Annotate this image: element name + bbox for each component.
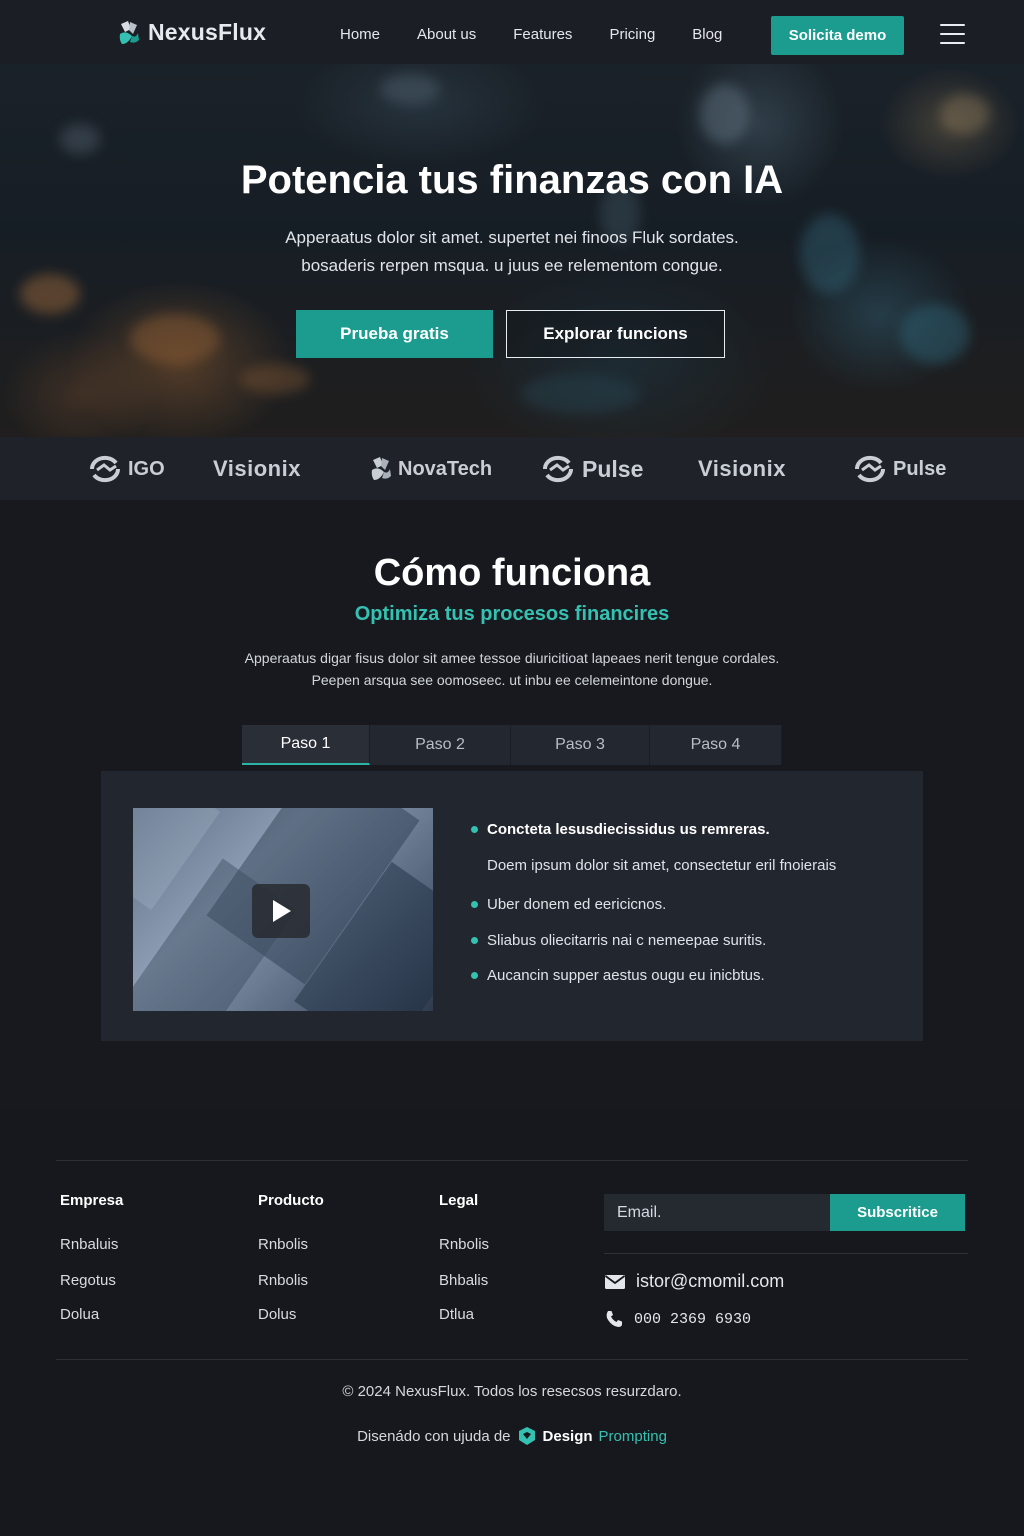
email-field[interactable]: Email.	[604, 1194, 830, 1231]
bullet-icon	[471, 972, 478, 979]
hero-section: Potencia tus finanzas con IA Apperaatus …	[0, 64, 1024, 437]
bullet-icon	[471, 826, 478, 833]
footer-link[interactable]: Dtlua	[439, 1306, 474, 1323]
footer-link[interactable]: Dolua	[60, 1306, 99, 1323]
section-description: Apperaatus digar fisus dolor sit amee te…	[0, 647, 1024, 691]
swirl-logo-icon	[854, 455, 886, 483]
footer-link[interactable]: Rnbolis	[258, 1236, 308, 1253]
swirl-logo-icon	[542, 455, 574, 483]
nexusflux-logo-icon	[119, 20, 139, 44]
partner-logo-igo: IGO	[88, 455, 165, 483]
footer-link[interactable]: Rnbaluis	[60, 1236, 118, 1253]
hero-subtitle-line: bosaderis rerpen msqua. u juus ee releme…	[301, 256, 723, 275]
design-prompting-logo-icon	[518, 1427, 535, 1445]
partner-logo-visionix: Visionix	[698, 455, 786, 483]
request-demo-button[interactable]: Solicita demo	[771, 16, 904, 55]
phone-icon	[606, 1311, 622, 1327]
designed-by-brand[interactable]: Design	[543, 1428, 593, 1445]
step-tabs: Paso 1 Paso 2 Paso 3 Paso 4	[242, 725, 782, 765]
partner-logos-strip: IGO Visionix NovaTech Pulse Visionix Pul…	[0, 437, 1024, 500]
tab-paso-2[interactable]: Paso 2	[370, 725, 511, 765]
footer-link[interactable]: Dolus	[258, 1306, 296, 1323]
brand[interactable]: NexusFlux	[118, 19, 266, 46]
footer-divider	[604, 1253, 968, 1254]
designed-by: Disenádo con ujuda de Design Prompting	[0, 1426, 1024, 1446]
how-it-works-section: Cómo funciona Optimiza tus procesos fina…	[0, 500, 1024, 1110]
partner-logo-name: NovaTech	[398, 457, 493, 480]
footer-divider	[56, 1359, 968, 1360]
partner-logo-name: Visionix	[698, 456, 786, 481]
play-button[interactable]	[252, 884, 310, 938]
section-description-line: Apperaatus digar fisus dolor sit amee te…	[244, 650, 780, 666]
footer-column-title-producto: Producto	[258, 1192, 324, 1209]
brand-name: NexusFlux	[148, 19, 267, 45]
footer-link[interactable]: Bhbalis	[439, 1272, 488, 1289]
bullet-icon	[471, 901, 478, 908]
step-detail-row: Doem ipsum dolor sit amet, consectetur e…	[487, 857, 836, 874]
partner-logo-name: Pulse	[582, 455, 644, 482]
nav-links: Home About us Features Pricing Blog	[340, 26, 759, 43]
explore-features-button[interactable]: Explorar funcions	[506, 310, 725, 358]
swirl-logo-icon	[89, 455, 121, 483]
partner-logo-name: Visionix	[213, 456, 301, 481]
hero-title: Potencia tus finanzas con IA	[240, 158, 784, 202]
section-subtitle: Optimiza tus procesos financires	[354, 603, 670, 625]
hero-subtitle: Apperaatus dolor sit amet. supertet nei …	[0, 224, 1024, 280]
mail-icon	[604, 1274, 626, 1289]
nav-link-home[interactable]: Home	[340, 26, 380, 43]
nav-link-about[interactable]: About us	[417, 26, 476, 43]
list-item: Aucancin supper aestus ougu eu inicbtus.	[471, 967, 765, 984]
video-thumbnail[interactable]	[133, 808, 433, 1011]
partner-logo-pulse: Pulse	[540, 455, 643, 483]
footer-link[interactable]: Rnbolis	[258, 1272, 308, 1289]
contact-email-text[interactable]: istor@cmomil.com	[636, 1271, 784, 1292]
designed-by-brand-accent[interactable]: Prompting	[599, 1428, 667, 1445]
partner-logo-pulse: Pulse	[853, 455, 946, 483]
tab-paso-1[interactable]: Paso 1	[242, 725, 370, 765]
step-item-text: Uber donem ed eericicnos.	[487, 896, 667, 913]
list-item: Uber donem ed eericicnos.	[471, 896, 666, 913]
footer-divider	[56, 1160, 968, 1161]
designed-by-prefix: Disenádo con ujuda de	[357, 1427, 511, 1445]
step-detail: Doem ipsum dolor sit amet, consectetur e…	[487, 857, 837, 874]
partner-logo-novatech: NovaTech	[370, 455, 492, 483]
leaf-logo-icon	[371, 457, 391, 480]
step-panel: Concteta lesusdiecissidus us remreras. D…	[101, 771, 923, 1041]
footer-column-title-legal: Legal	[439, 1192, 479, 1209]
partner-logo-name: IGO	[128, 457, 165, 480]
list-item: Sliabus oliecitarris nai c nemeepae suri…	[471, 932, 766, 949]
free-trial-button[interactable]: Prueba gratis	[296, 310, 493, 358]
section-title: Cómo funciona	[373, 552, 651, 594]
tab-paso-4[interactable]: Paso 4	[650, 725, 782, 765]
footer-column-title-empresa: Empresa	[60, 1192, 124, 1209]
tab-paso-3[interactable]: Paso 3	[511, 725, 650, 765]
contact-phone: 000 2369 6930	[604, 1309, 751, 1329]
footer: Empresa Rnbaluis Regotus Dolua Producto …	[0, 1110, 1024, 1536]
section-description-line: Peepen arsqua see oomoseec. ut inbu ee c…	[311, 672, 713, 688]
contact-phone-text[interactable]: 000 2369 6930	[634, 1311, 751, 1328]
footer-link[interactable]: Regotus	[60, 1272, 116, 1289]
step-heading-row: Concteta lesusdiecissidus us remreras.	[471, 821, 770, 838]
partner-logo-visionix: Visionix	[213, 455, 301, 483]
play-icon	[273, 900, 291, 922]
nav-link-blog[interactable]: Blog	[692, 26, 722, 43]
nav-link-features[interactable]: Features	[513, 26, 572, 43]
partner-logo-name: Pulse	[893, 457, 947, 480]
step-heading: Concteta lesusdiecissidus us remreras.	[487, 821, 770, 838]
step-item-text: Aucancin supper aestus ougu eu inicbtus.	[487, 967, 765, 984]
hero-subtitle-line: Apperaatus dolor sit amet. supertet nei …	[285, 228, 739, 247]
nav-link-pricing[interactable]: Pricing	[609, 26, 655, 43]
step-item-text: Sliabus oliecitarris nai c nemeepae suri…	[487, 932, 767, 949]
hamburger-icon[interactable]	[940, 24, 965, 44]
contact-email: istor@cmomil.com	[604, 1271, 784, 1292]
bullet-icon	[471, 937, 478, 944]
footer-link[interactable]: Rnbolis	[439, 1236, 489, 1253]
subscribe-button[interactable]: Subscritice	[830, 1194, 965, 1231]
top-navigation: NexusFlux Home About us Features Pricing…	[0, 0, 1024, 64]
copyright: © 2024 NexusFlux. Todos los resecsos res…	[342, 1383, 682, 1400]
